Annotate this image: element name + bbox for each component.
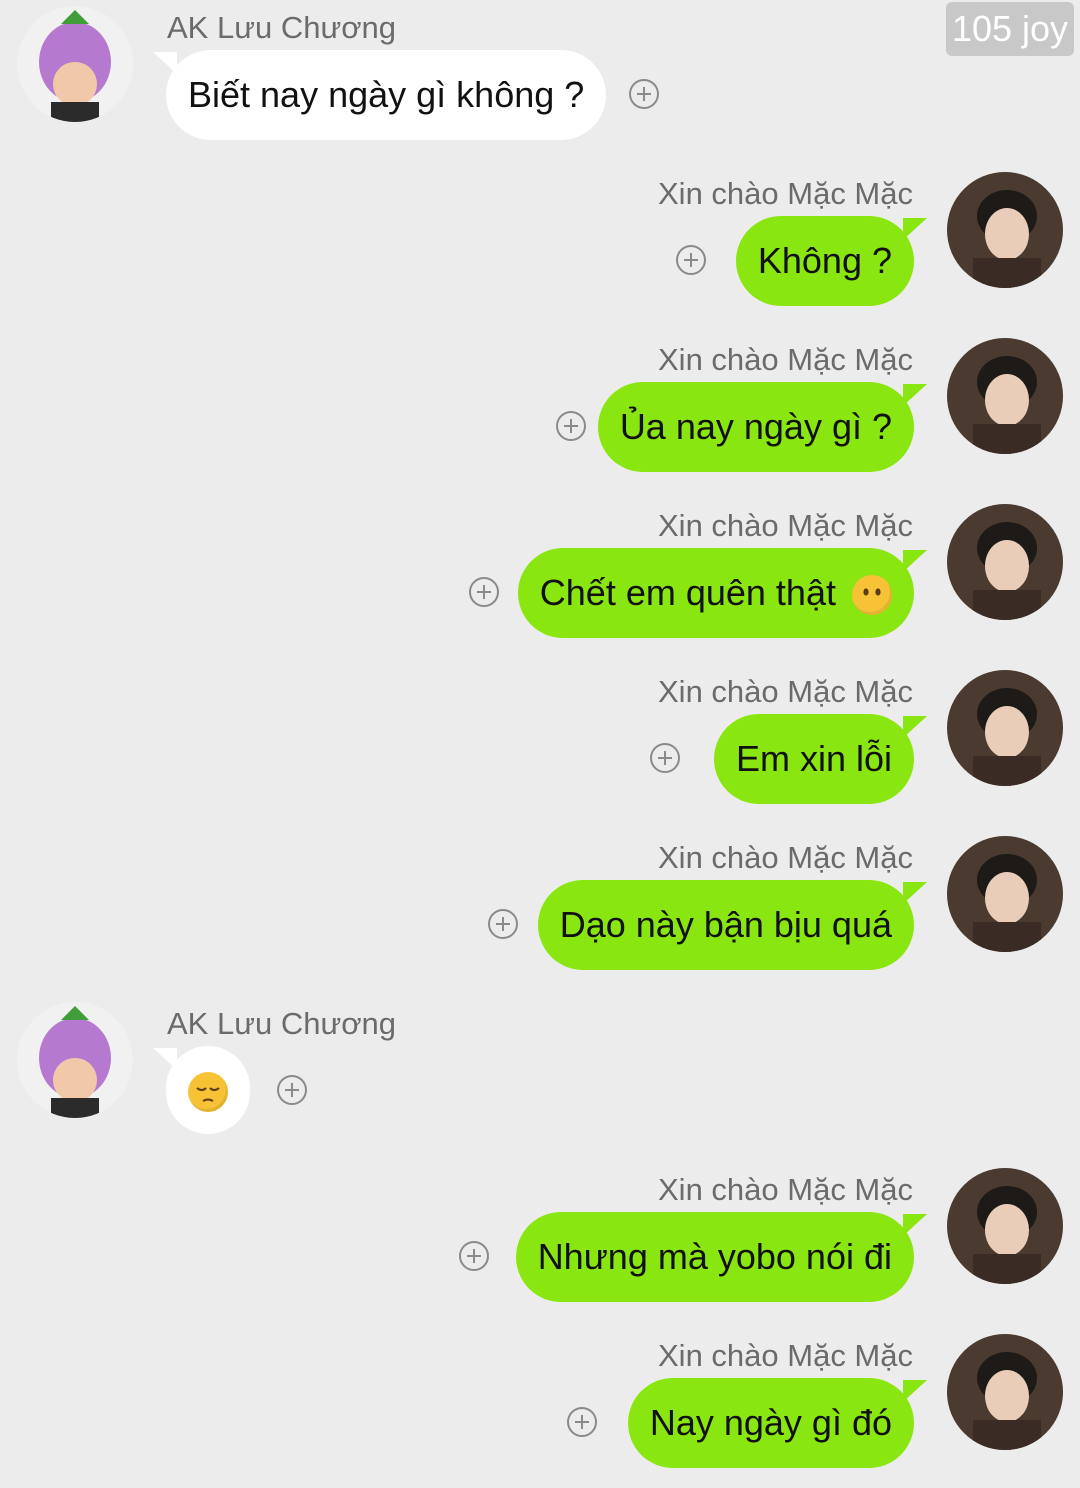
sender-name: Xin chào Mặc Mặc	[658, 840, 913, 875]
message-text: Em xin lỗi	[735, 738, 892, 779]
plus-circle-icon[interactable]	[556, 411, 586, 441]
plus-circle-icon[interactable]	[629, 79, 659, 109]
watermark-badge: 105 joy	[946, 2, 1074, 56]
plus-circle-icon[interactable]	[469, 577, 499, 607]
message-text: Ủa nay ngày gì ?	[619, 406, 892, 447]
sender-name: AK Lưu Chương	[167, 10, 397, 45]
sender-name: Xin chào Mặc Mặc	[658, 342, 913, 377]
message-text: Nay ngày gì đó	[649, 1402, 892, 1443]
my-avatar[interactable]	[947, 172, 1063, 288]
message-text: Không ?	[757, 240, 892, 281]
sender-name: Xin chào Mặc Mặc	[658, 1338, 913, 1373]
sender-name: Xin chào Mặc Mặc	[658, 508, 913, 543]
my-avatar[interactable]	[947, 504, 1063, 620]
plus-circle-icon[interactable]	[676, 245, 706, 275]
my-avatar[interactable]	[947, 836, 1063, 952]
plus-circle-icon[interactable]	[488, 909, 518, 939]
plus-circle-icon[interactable]	[650, 743, 680, 773]
message-bubble-outgoing[interactable]: Không ?	[735, 216, 928, 306]
message-bubble-incoming[interactable]: Biết nay ngày gì không ?	[152, 50, 607, 140]
message-bubble-outgoing[interactable]: Nay ngày gì đó	[627, 1378, 928, 1468]
plus-circle-icon[interactable]	[567, 1407, 597, 1437]
neutral-face-emoji	[852, 575, 892, 616]
message-text: Dạo này bận bịu quá	[559, 904, 892, 945]
sender-name: Xin chào Mặc Mặc	[658, 176, 913, 211]
sender-name: Xin chào Mặc Mặc	[658, 674, 913, 709]
sender-name: AK Lưu Chương	[167, 1006, 397, 1041]
message-text: Biết nay ngày gì không ?	[188, 74, 585, 115]
plus-circle-icon[interactable]	[459, 1241, 489, 1271]
contact-avatar[interactable]	[17, 1002, 133, 1118]
message-text: Chết em quên thật	[539, 572, 836, 613]
my-avatar[interactable]	[947, 670, 1063, 786]
message-bubble-outgoing[interactable]: Nhưng mà yobo nói đi	[515, 1212, 928, 1302]
message-text: Nhưng mà yobo nói đi	[537, 1236, 892, 1277]
message-bubble-incoming[interactable]	[153, 1046, 250, 1134]
message-bubble-outgoing[interactable]: Chết em quên thật	[517, 548, 928, 638]
contact-avatar[interactable]	[17, 6, 133, 122]
message-bubble-outgoing[interactable]: Dạo này bận bịu quá	[537, 880, 928, 970]
pensive-face-emoji	[188, 1072, 228, 1113]
message-bubble-outgoing[interactable]: Ủa nay ngày gì ?	[597, 382, 928, 472]
plus-circle-icon[interactable]	[277, 1075, 307, 1105]
my-avatar[interactable]	[947, 1168, 1063, 1284]
my-avatar[interactable]	[947, 338, 1063, 454]
my-avatar[interactable]	[947, 1334, 1063, 1450]
sender-name: Xin chào Mặc Mặc	[658, 1172, 913, 1207]
message-bubble-outgoing[interactable]: Em xin lỗi	[713, 714, 928, 804]
